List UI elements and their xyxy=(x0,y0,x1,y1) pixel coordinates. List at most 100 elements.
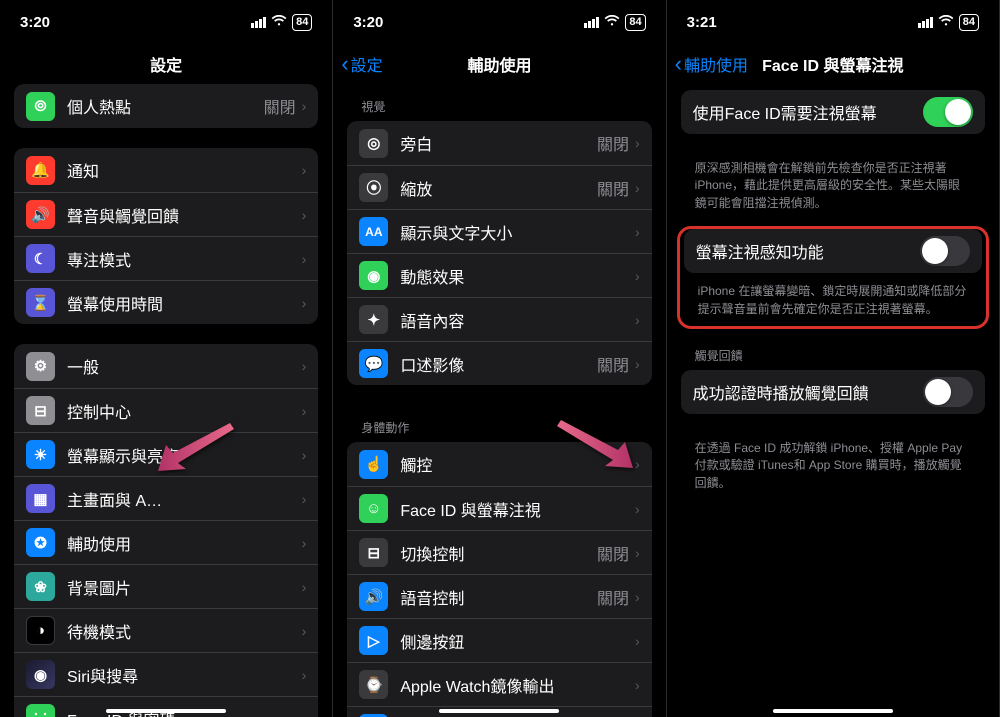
chevron-right-icon: › xyxy=(635,224,640,240)
row-spoken[interactable]: ✦語音內容› xyxy=(347,297,651,341)
toggle-haptic-success[interactable] xyxy=(923,377,973,407)
switch-icon: ⊟ xyxy=(359,538,388,567)
page-title: Face ID 與螢幕注視 xyxy=(762,52,903,76)
chevron-right-icon: › xyxy=(635,180,640,196)
footer-haptic: 在透過 Face ID 成功解鎖 iPhone、授權 Apple Pay付款或驗… xyxy=(667,434,999,506)
chevron-right-icon: › xyxy=(302,491,307,507)
chevron-right-icon: › xyxy=(302,403,307,419)
row-general[interactable]: ⚙一般› xyxy=(14,344,318,388)
row-zoom[interactable]: ⦿縮放關閉› xyxy=(347,165,651,209)
row-faceid-attention[interactable]: ☺Face ID 與螢幕注視› xyxy=(347,486,651,530)
row-standby[interactable]: ◑待機模式› xyxy=(14,608,318,652)
toggle-require-attention[interactable] xyxy=(923,97,973,127)
siri-icon: ◉ xyxy=(26,660,55,689)
chevron-right-icon: › xyxy=(635,589,640,605)
flower-icon: ❀ xyxy=(26,572,55,601)
chevron-right-icon: › xyxy=(302,667,307,683)
wifi-icon xyxy=(271,15,287,30)
chevron-right-icon: › xyxy=(302,295,307,311)
row-sounds[interactable]: 🔊聲音與觸覺回饋› xyxy=(14,192,318,236)
row-switch-control[interactable]: ⊟切換控制關閉› xyxy=(347,530,651,574)
footer-attention-aware: iPhone 在讓螢幕變暗、鎖定時展開通知或降低部分提示聲音量前會先確定你是否正… xyxy=(680,279,986,320)
status-bar: 3:20 84 xyxy=(0,0,332,44)
nav-bar: ‹輔助使用 Face ID 與螢幕注視 xyxy=(667,44,999,84)
battery-icon: 84 xyxy=(959,14,979,31)
row-haptic-success[interactable]: 成功認證時播放觸覺回饋 xyxy=(681,370,985,414)
page-title: 設定 xyxy=(150,52,182,76)
home-indicator[interactable] xyxy=(106,709,226,713)
row-voice-control[interactable]: 🔊語音控制關閉› xyxy=(347,574,651,618)
hotspot-icon: ⦾ xyxy=(26,92,55,121)
cellular-icon xyxy=(251,17,266,28)
back-button[interactable]: ‹設定 xyxy=(341,44,382,84)
row-voiceover[interactable]: ◎旁白關閉› xyxy=(347,121,651,165)
battery-icon: 84 xyxy=(625,14,645,31)
speaker-icon: 🔊 xyxy=(26,200,55,229)
row-display[interactable]: ☀螢幕顯示與亮度› xyxy=(14,432,318,476)
cellular-icon xyxy=(584,17,599,28)
row-watch-mirror[interactable]: ⌚Apple Watch鏡像輸出› xyxy=(347,662,651,706)
battery-icon: 84 xyxy=(292,14,312,31)
group-general: ⚙一般› ⊟控制中心› ☀螢幕顯示與亮度› ▦主畫面與 A…› ✪輔助使用› ❀… xyxy=(14,344,318,717)
speak-icon: ✦ xyxy=(359,305,388,334)
back-button[interactable]: ‹輔助使用 xyxy=(675,44,748,84)
gear-icon: ⚙ xyxy=(26,352,55,381)
status-time: 3:21 xyxy=(687,14,717,31)
row-notifications[interactable]: 🔔通知› xyxy=(14,148,318,192)
accessibility-icon: ✪ xyxy=(26,528,55,557)
row-accessibility[interactable]: ✪輔助使用› xyxy=(14,520,318,564)
row-homescreen[interactable]: ▦主畫面與 A…› xyxy=(14,476,318,520)
hourglass-icon: ⌛ xyxy=(26,288,55,317)
row-motion[interactable]: ◉動態效果› xyxy=(347,253,651,297)
watch-icon: ⌚ xyxy=(359,670,388,699)
annotation-highlight: 螢幕注視感知功能 iPhone 在讓螢幕變暗、鎖定時展開通知或降低部分提示聲音量… xyxy=(677,226,989,329)
status-bar: 3:21 84 xyxy=(667,0,999,44)
row-personal-hotspot[interactable]: ⦾ 個人熱點 關閉 › xyxy=(14,84,318,128)
row-faceid[interactable]: ⸬Face ID 與密碼› xyxy=(14,696,318,717)
toggle-attention-aware[interactable] xyxy=(920,236,970,266)
home-indicator[interactable] xyxy=(773,709,893,713)
row-attention-aware[interactable]: 螢幕注視感知功能 xyxy=(684,229,982,273)
status-time: 3:20 xyxy=(20,14,50,31)
chevron-right-icon: › xyxy=(302,535,307,551)
chevron-right-icon: › xyxy=(302,711,307,717)
group-alerts: 🔔通知› 🔊聲音與觸覺回饋› ☾專注模式› ⌛螢幕使用時間› xyxy=(14,148,318,324)
group-hotspot: ⦾ 個人熱點 關閉 › xyxy=(14,84,318,128)
chevron-right-icon: › xyxy=(302,98,307,114)
grid-icon: ▦ xyxy=(26,484,55,513)
chevron-right-icon: › xyxy=(635,456,640,472)
bell-icon: 🔔 xyxy=(26,156,55,185)
chevron-right-icon: › xyxy=(302,579,307,595)
wifi-icon xyxy=(938,15,954,30)
home-indicator[interactable] xyxy=(439,709,559,713)
page-title: 輔助使用 xyxy=(467,52,531,76)
row-control-center[interactable]: ⊟控制中心› xyxy=(14,388,318,432)
chevron-left-icon: ‹ xyxy=(341,51,348,77)
nav-bar: 設定 xyxy=(0,44,332,84)
row-siri[interactable]: ◉Siri與搜尋› xyxy=(14,652,318,696)
textsize-icon: AA xyxy=(359,217,388,246)
motion-icon: ◉ xyxy=(359,261,388,290)
moon-icon: ☾ xyxy=(26,244,55,273)
row-touch[interactable]: ☝觸控› xyxy=(347,442,651,486)
cellular-icon xyxy=(918,17,933,28)
chevron-right-icon: › xyxy=(302,251,307,267)
row-side-button[interactable]: ▷側邊按鈕› xyxy=(347,618,651,662)
voiceover-icon: ◎ xyxy=(359,129,388,158)
row-focus[interactable]: ☾專注模式› xyxy=(14,236,318,280)
chevron-right-icon: › xyxy=(635,312,640,328)
chevron-right-icon: › xyxy=(635,135,640,151)
chevron-right-icon: › xyxy=(302,447,307,463)
row-require-attention[interactable]: 使用Face ID需要注視螢幕 xyxy=(681,90,985,134)
chevron-left-icon: ‹ xyxy=(675,51,682,77)
row-display-text[interactable]: AA顯示與文字大小› xyxy=(347,209,651,253)
section-header-vision: 視覺 xyxy=(333,84,665,121)
touch-icon: ☝ xyxy=(359,450,388,479)
nav-bar: ‹設定 輔助使用 xyxy=(333,44,665,84)
screen-accessibility: 3:20 84 ‹設定 輔助使用 視覺 ◎旁白關閉› ⦿縮放關閉› AA顯示與文… xyxy=(333,0,666,717)
row-wallpaper[interactable]: ❀背景圖片› xyxy=(14,564,318,608)
row-screentime[interactable]: ⌛螢幕使用時間› xyxy=(14,280,318,324)
row-audio-desc[interactable]: 💬口述影像關閉› xyxy=(347,341,651,385)
face-icon: ☺ xyxy=(359,494,388,523)
section-header-haptic: 觸覺回饋 xyxy=(667,333,999,370)
